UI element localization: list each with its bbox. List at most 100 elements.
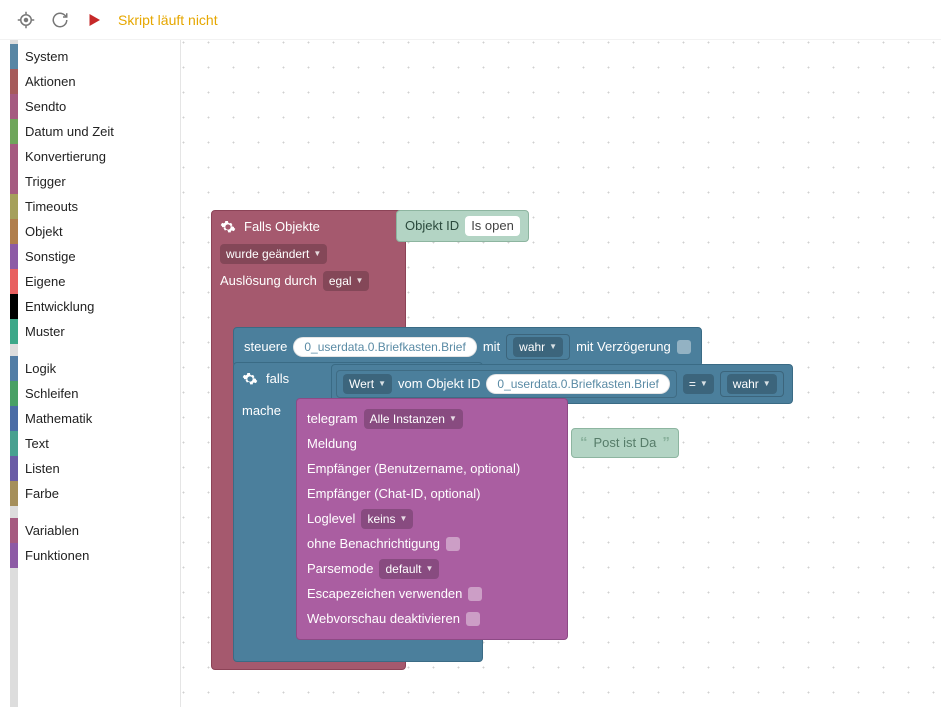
category-label: Text — [25, 436, 49, 451]
category-color-swatch — [10, 219, 18, 244]
toolbox-category[interactable]: Datum und Zeit — [0, 119, 180, 144]
category-label: Funktionen — [25, 548, 89, 563]
category-color-swatch — [10, 94, 18, 119]
category-label: Konvertierung — [25, 149, 106, 164]
toolbox-category[interactable]: Eigene — [0, 269, 180, 294]
control-object-field[interactable]: 0_userdata.0.Briefkasten.Brief — [293, 337, 476, 357]
category-label: Trigger — [25, 174, 66, 189]
toolbox-category[interactable]: Aktionen — [0, 69, 180, 94]
compare-object-field[interactable]: 0_userdata.0.Briefkasten.Brief — [486, 374, 669, 394]
category-label: Farbe — [25, 486, 59, 501]
telegram-parsemode: default — [385, 558, 421, 580]
chip-message-string[interactable]: “ Post ist Da ” — [571, 428, 679, 458]
category-label: Timeouts — [25, 199, 78, 214]
locate-icon[interactable] — [16, 10, 36, 30]
compare-rhs-chip[interactable]: wahr ▼ — [720, 371, 784, 397]
message-text[interactable]: Post ist Da — [594, 432, 657, 454]
trigger-cause-dropdown[interactable]: egal ▼ — [323, 271, 370, 291]
category-label: Listen — [25, 461, 60, 476]
category-label: Sonstige — [25, 249, 76, 264]
toolbox-spacer — [0, 344, 180, 356]
category-label: Datum und Zeit — [25, 124, 114, 139]
toolbox-category[interactable]: Objekt — [0, 219, 180, 244]
telegram-escape-label: Escapezeichen verwenden — [307, 583, 462, 605]
category-color-swatch — [10, 269, 18, 294]
wert-dropdown[interactable]: Wert ▼ — [343, 374, 392, 394]
telegram-instance-dropdown[interactable]: Alle Instanzen ▼ — [364, 409, 463, 429]
telegram-nonotify-checkbox[interactable] — [446, 537, 460, 551]
toolbox-category[interactable]: Sonstige — [0, 244, 180, 269]
category-color-swatch — [10, 144, 18, 169]
category-label: Variablen — [25, 523, 79, 538]
compare-rhs: wahr — [733, 373, 759, 395]
toolbox-spacer — [0, 506, 180, 518]
block-telegram[interactable]: telegram Alle Instanzen ▼ Meldung Empfän… — [296, 398, 568, 640]
gear-icon[interactable] — [220, 219, 236, 235]
telegram-escape-checkbox[interactable] — [468, 587, 482, 601]
category-label: Mathematik — [25, 411, 92, 426]
toolbox: SystemAktionenSendto Datum und Zeit Konver… — [0, 40, 180, 707]
toolbox-category[interactable]: Timeouts — [0, 194, 180, 219]
category-color-swatch — [10, 431, 18, 456]
toolbox-category[interactable]: Variablen — [0, 518, 180, 543]
category-color-swatch — [10, 406, 18, 431]
toolbox-category[interactable]: Entwicklung — [0, 294, 180, 319]
control-value-chip[interactable]: wahr ▼ — [506, 334, 570, 360]
if-label: falls — [266, 368, 289, 390]
gear-icon[interactable] — [242, 371, 258, 387]
category-color-swatch — [10, 543, 18, 568]
telegram-nopreview-checkbox[interactable] — [466, 612, 480, 626]
refresh-icon[interactable] — [50, 10, 70, 30]
vom-label: vom Objekt ID — [398, 373, 480, 395]
trigger-changed-value: wurde geändert — [226, 243, 309, 265]
value-of-object[interactable]: Wert ▼ vom Objekt ID 0_userdata.0.Briefk… — [336, 370, 677, 398]
category-color-swatch — [10, 69, 18, 94]
toolbox-category[interactable]: Muster — [0, 319, 180, 344]
telegram-parsemode-label: Parsemode — [307, 558, 373, 580]
category-label: Objekt — [25, 224, 63, 239]
category-color-swatch — [10, 381, 18, 406]
objectid-prefix: Objekt ID — [405, 215, 459, 237]
toolbox-category[interactable]: Logik — [0, 356, 180, 381]
trigger-changed-dropdown[interactable]: wurde geändert ▼ — [220, 244, 327, 264]
telegram-instance: Alle Instanzen — [370, 408, 445, 430]
toolbox-category[interactable]: Funktionen — [0, 543, 180, 568]
category-label: Schleifen — [25, 386, 78, 401]
objectid-value[interactable]: Is open — [465, 216, 520, 236]
telegram-msg-label: Meldung — [307, 433, 357, 455]
toolbox-category[interactable]: Sendto — [0, 94, 180, 119]
toolbox-category[interactable]: Konvertierung — [0, 144, 180, 169]
category-color-swatch — [10, 294, 18, 319]
category-color-swatch — [10, 244, 18, 269]
category-color-swatch — [10, 169, 18, 194]
toolbox-category[interactable]: System — [0, 44, 180, 69]
trigger-cause-value: egal — [329, 270, 352, 292]
telegram-recipient-chat-label: Empfänger (Chat-ID, optional) — [307, 483, 480, 505]
toolbox-category[interactable]: Listen — [0, 456, 180, 481]
trigger-title: Falls Objekte — [244, 216, 320, 238]
compare-rhs-dropdown[interactable]: wahr ▼ — [727, 374, 777, 394]
chip-object-id[interactable]: Objekt ID Is open — [396, 210, 529, 242]
control-delay-checkbox[interactable] — [677, 340, 691, 354]
toolbox-category[interactable]: Farbe — [0, 481, 180, 506]
category-color-swatch — [10, 356, 18, 381]
toolbox-category[interactable]: Text — [0, 431, 180, 456]
compare-op-dropdown[interactable]: = ▼ — [683, 374, 714, 394]
toolbox-category[interactable]: Schleifen — [0, 381, 180, 406]
control-value-dropdown[interactable]: wahr ▼ — [513, 337, 563, 357]
blockly-workspace[interactable]: Falls Objekte wurde geändert ▼ Auslösung… — [180, 40, 941, 707]
control-verb: steuere — [244, 336, 287, 358]
telegram-loglevel-dropdown[interactable]: keins ▼ — [361, 509, 413, 529]
play-icon[interactable] — [84, 10, 104, 30]
toolbox-category[interactable]: Trigger — [0, 169, 180, 194]
toolbox-category[interactable]: Mathematik — [0, 406, 180, 431]
quote-open-icon: “ — [580, 432, 588, 454]
telegram-nonotify-label: ohne Benachrichtigung — [307, 533, 440, 555]
telegram-parsemode-dropdown[interactable]: default ▼ — [379, 559, 439, 579]
telegram-label: telegram — [307, 408, 358, 430]
trigger-cause-label: Auslösung durch — [220, 270, 317, 292]
category-color-swatch — [10, 44, 18, 69]
block-control[interactable]: steuere 0_userdata.0.Briefkasten.Brief m… — [233, 327, 702, 367]
category-color-swatch — [10, 194, 18, 219]
telegram-loglevel: keins — [367, 508, 395, 530]
